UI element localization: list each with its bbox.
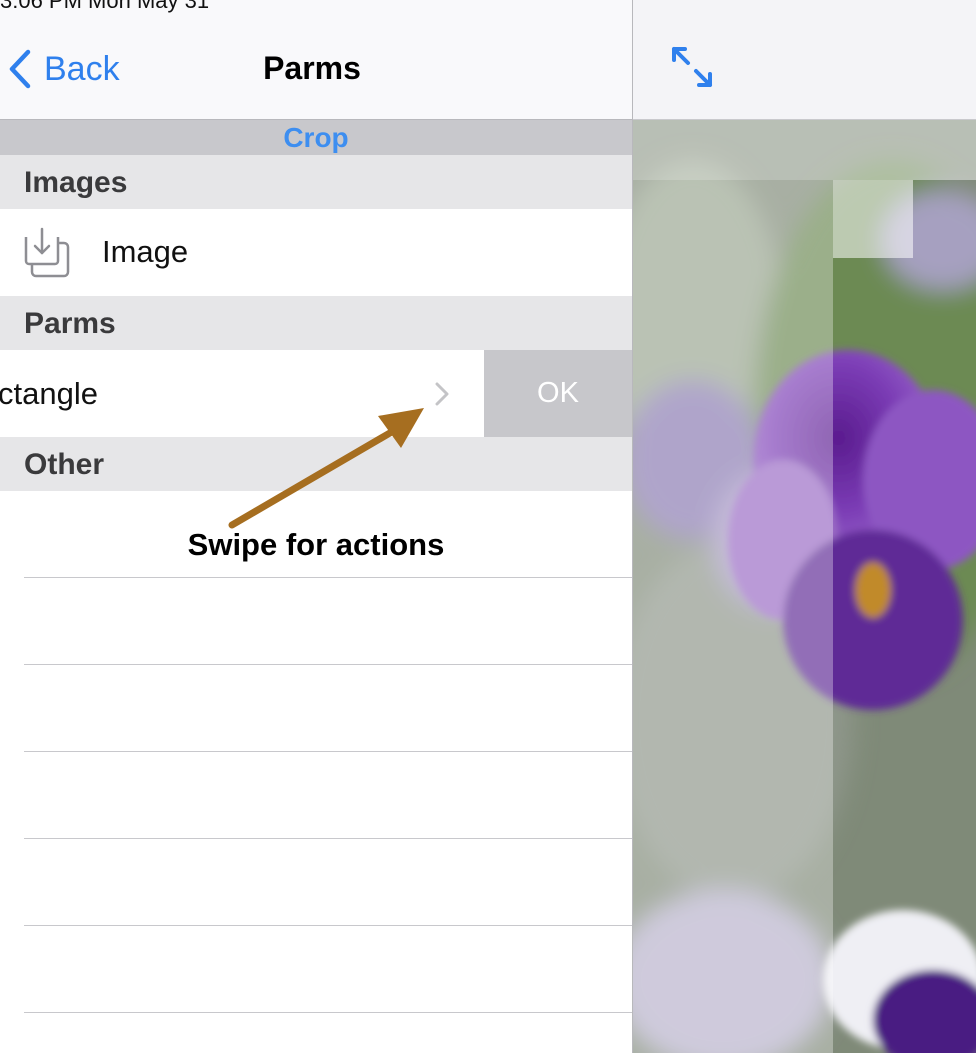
list-separator — [24, 664, 632, 665]
rectangle-row-label: ctangle — [0, 376, 98, 411]
image-row-label: Image — [102, 234, 189, 269]
list-separator — [24, 838, 632, 839]
list-separator — [24, 925, 632, 926]
navigation-bar: Back Parms — [0, 0, 632, 120]
settings-panel: Back Parms 3:06 PM Mon May 31 Crop Image… — [0, 0, 632, 1053]
list-separator — [24, 751, 632, 752]
page-title: Parms — [263, 50, 361, 86]
import-image-icon — [24, 227, 70, 278]
annotation-arrow — [228, 408, 424, 529]
expand-icon[interactable] — [669, 44, 715, 90]
section-header-parms: Parms — [0, 296, 632, 350]
preview-panel — [633, 0, 976, 1053]
pansy-photo — [633, 120, 976, 1053]
preview-toolbar — [633, 0, 976, 120]
status-bar-time: 3:06 PM Mon May 31 — [0, 0, 210, 13]
ok-swipe-action-button[interactable]: OK — [484, 350, 632, 437]
list-separator — [24, 577, 632, 578]
tool-title: Crop — [0, 120, 632, 155]
list-separator — [24, 1012, 632, 1013]
other-list — [0, 491, 632, 1053]
image-row[interactable]: Image — [0, 209, 632, 296]
section-header-images: Images — [0, 155, 632, 209]
